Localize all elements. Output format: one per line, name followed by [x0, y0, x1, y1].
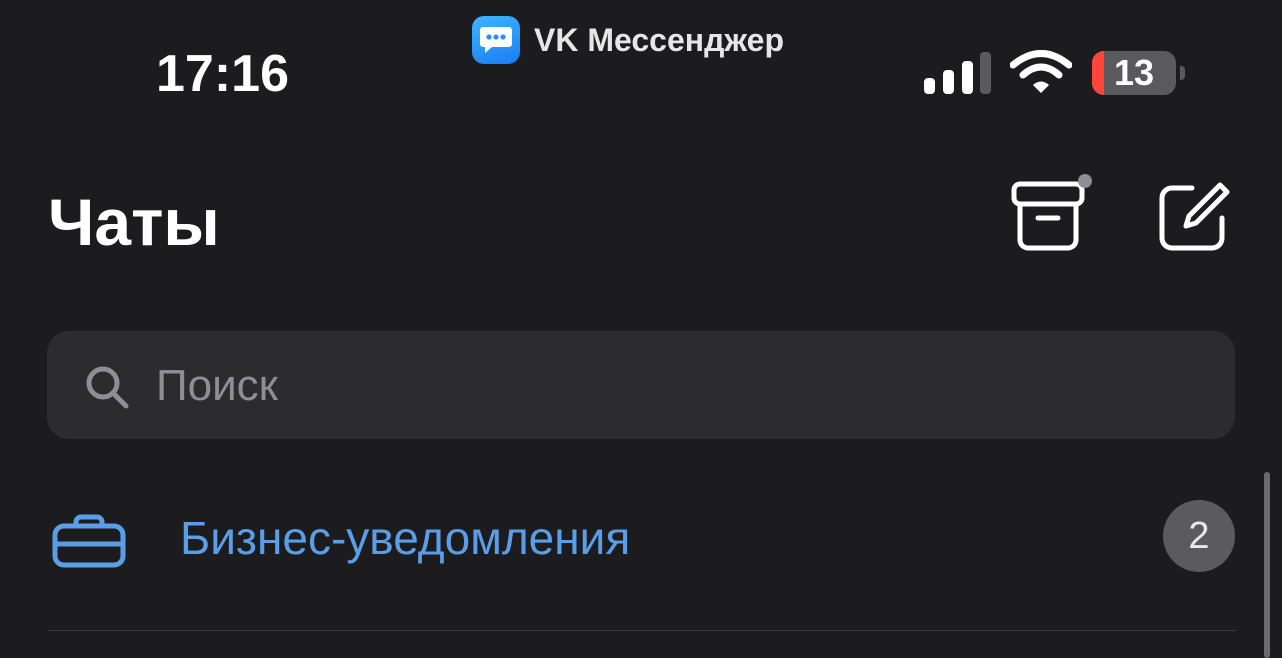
battery-indicator: 13 [1092, 51, 1176, 95]
list-divider [48, 630, 1236, 631]
compose-icon [1159, 182, 1230, 251]
briefcase-icon [52, 514, 126, 568]
page-title: Чаты [48, 185, 220, 259]
list-item-label: Бизнес-уведомления [180, 512, 631, 564]
wifi-icon [1010, 50, 1072, 93]
cellular-signal-icon [924, 52, 991, 94]
archive-button[interactable] [1010, 172, 1096, 254]
battery-percentage: 13 [1113, 52, 1155, 93]
compose-button[interactable] [1156, 178, 1232, 252]
status-time: 17:16 [156, 45, 289, 103]
app-name-label: VK Мессенджер [534, 21, 785, 58]
battery-level [1092, 51, 1104, 95]
search-input[interactable] [156, 354, 1206, 418]
app-indicator[interactable]: VK Мессенджер [472, 16, 784, 64]
unread-count-badge: 2 [1163, 500, 1235, 572]
vk-messenger-app-icon [472, 16, 520, 64]
archive-box-icon [1011, 174, 1092, 251]
search-icon [86, 366, 129, 409]
chats-screen: 17:16 VK Мессенджер 13 Чаты Поиск Бизнес… [0, 0, 1282, 658]
battery-tip [1180, 66, 1185, 80]
scrollbar[interactable] [1264, 472, 1270, 658]
